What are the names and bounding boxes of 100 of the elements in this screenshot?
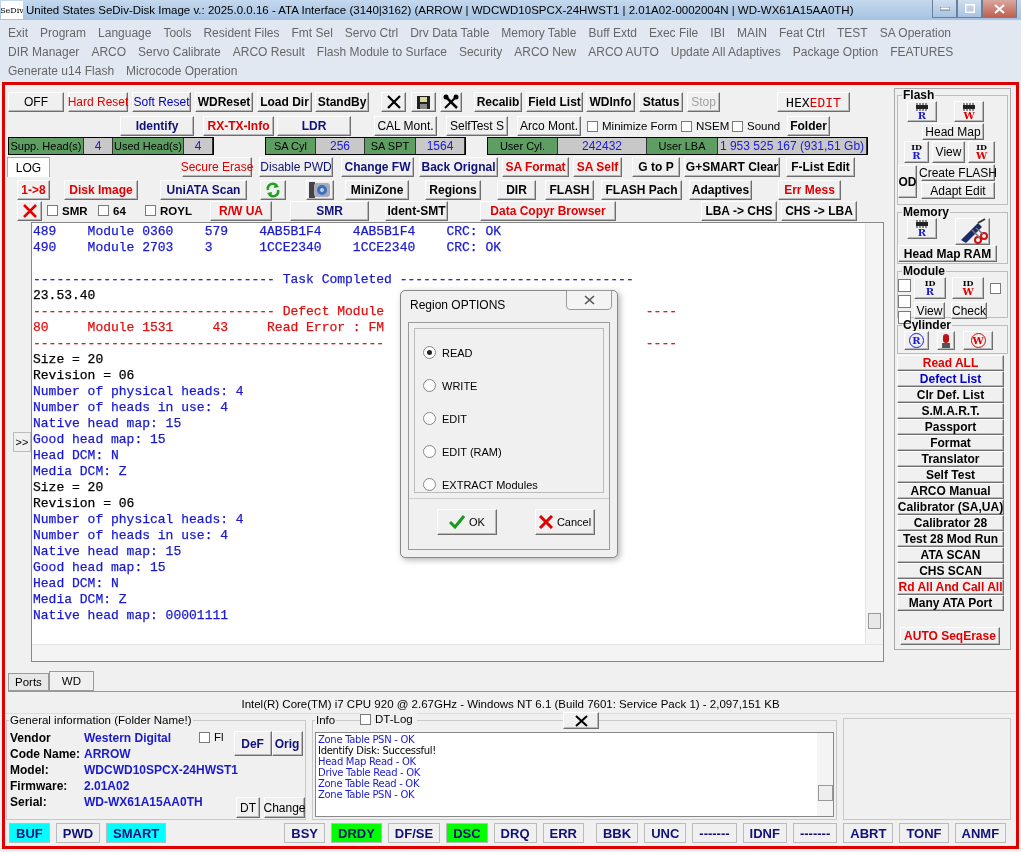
toolbar-button[interactable]: Recalib	[474, 92, 522, 112]
checkbox[interactable]	[898, 279, 911, 292]
menu-item[interactable]: MAIN	[736, 25, 767, 40]
create-flash-button[interactable]: Create FLASH	[921, 164, 995, 181]
view-button[interactable]: View	[914, 302, 945, 319]
chip-button[interactable]: R	[907, 218, 937, 239]
toolbar-button[interactable]: Back Orignal	[419, 157, 498, 177]
toolbar-button[interactable]: CHS -> LBA	[781, 200, 857, 221]
command-button[interactable]: Translator	[897, 451, 1004, 467]
menu-item[interactable]: Update All Adaptives	[670, 44, 781, 59]
expand-button[interactable]: >>	[13, 432, 31, 452]
toolbar-button[interactable]: Data Copyr Browser	[480, 200, 616, 221]
command-button[interactable]: Self Test	[897, 467, 1004, 483]
auto-seq-erase-button[interactable]: AUTO SeqErase	[900, 627, 1000, 645]
command-button[interactable]: ATA SCAN	[897, 547, 1004, 563]
command-button[interactable]: Calibrator (SA,UA)	[897, 499, 1004, 515]
tab[interactable]: WD	[48, 671, 94, 691]
toolbar-button[interactable]: SMR	[290, 200, 369, 221]
menu-item[interactable]: Tools	[163, 25, 192, 40]
toolbar-button[interactable]: Ident-SMT	[385, 200, 448, 221]
menu-item[interactable]: Drv Data Table	[410, 25, 490, 40]
radio-button[interactable]	[423, 445, 436, 458]
toolbar-button[interactable]: G+SMART Clear	[684, 157, 780, 177]
cylinder-write-button[interactable]: W	[963, 331, 993, 350]
menu-item[interactable]: Feat Ctrl	[778, 25, 825, 40]
toolbar-button[interactable]: SA Self	[573, 157, 622, 177]
dt-button[interactable]: DT	[236, 797, 260, 818]
toolbar-button[interactable]: Change FW	[341, 157, 414, 177]
menu-item[interactable]: ARCO New	[514, 44, 577, 59]
toolbar-button[interactable]: Soft Reset	[132, 92, 191, 112]
toolbar-button[interactable]: Err Mess	[778, 180, 841, 200]
checkbox[interactable]	[360, 713, 371, 725]
menu-item[interactable]: Exit	[8, 25, 28, 40]
scrollbar[interactable]	[817, 733, 833, 816]
lamp-button[interactable]	[937, 331, 955, 350]
toolbar-button[interactable]: FLASH Pach	[601, 180, 682, 200]
def-button[interactable]: DeF	[233, 731, 272, 756]
toolbar-button[interactable]: MiniZone	[345, 180, 409, 200]
toolbar-button[interactable]: Secure Erase	[182, 157, 252, 177]
adapt-edit-button[interactable]: Adapt Edit	[921, 182, 995, 199]
head-map-ram-button[interactable]: Head Map RAM	[898, 245, 997, 262]
command-button[interactable]: Test 28 Mod Run	[897, 531, 1004, 547]
menu-item[interactable]: IBI	[710, 25, 725, 40]
toolbar-button[interactable]: FLASH	[545, 180, 594, 200]
toolbar-button[interactable]: R/W UA	[210, 200, 272, 221]
change-button[interactable]: Change	[264, 797, 305, 818]
toolbar-button[interactable]: Identify	[120, 116, 194, 136]
tab[interactable]: Ports	[8, 673, 49, 691]
save-button[interactable]	[411, 92, 436, 112]
checkbox[interactable]	[199, 731, 210, 743]
menu-item[interactable]: ARCO	[91, 44, 127, 59]
menu-item[interactable]: ARCO AUTO	[588, 44, 659, 59]
menu-item[interactable]: Memory Table	[501, 25, 577, 40]
toolbar-button[interactable]: SelfTest S	[446, 116, 508, 136]
toolbar-button[interactable]: LDR	[277, 116, 351, 136]
toolbar-button[interactable]: StandBy	[315, 92, 369, 112]
command-button[interactable]: Many ATA Port	[897, 595, 1004, 611]
head-map-button[interactable]: Head Map	[922, 123, 984, 140]
toolbar-button[interactable]: SA Format	[502, 157, 569, 177]
menu-item[interactable]: Fmt Sel	[291, 25, 333, 40]
menu-item[interactable]: ARCO Result	[232, 44, 305, 59]
scrollbar[interactable]	[865, 223, 883, 645]
toolbar-button[interactable]: Disk Image	[64, 180, 138, 200]
menu-item[interactable]: Language	[98, 25, 152, 40]
toolbar-button[interactable]: WDReset	[195, 92, 253, 112]
menu-item[interactable]: TEST	[837, 25, 868, 40]
cylinder-read-button[interactable]: R	[904, 331, 929, 350]
toolbar-button[interactable]: WDInfo	[586, 92, 635, 112]
command-button[interactable]: CHS SCAN	[897, 563, 1004, 579]
toolbar-button[interactable]: Disable PWD	[259, 157, 333, 177]
toolbar-button[interactable]: RX-TX-Info	[203, 116, 274, 136]
tools-button[interactable]	[440, 92, 462, 112]
toolbar-button[interactable]: Arco Mont.	[517, 116, 581, 136]
toolbar-button[interactable]: Adaptives	[689, 180, 752, 200]
toolbar-button[interactable]: Folder	[787, 116, 830, 136]
toolbar-button[interactable]: Field List	[526, 92, 583, 112]
toolbar-button[interactable]: Regions	[425, 180, 481, 200]
radio-button[interactable]	[423, 478, 436, 491]
menu-item[interactable]: Package Option	[792, 44, 879, 59]
checkbox[interactable]	[98, 205, 109, 216]
toolbar-button[interactable]: Status	[639, 92, 683, 112]
toolbar-button[interactable]: UniATA Scan	[160, 180, 247, 200]
toolbar-button[interactable]: Hard Reset	[68, 92, 128, 112]
menu-item[interactable]: FEATURES	[890, 44, 954, 59]
menu-item[interactable]: Program	[40, 25, 87, 40]
checkbox[interactable]	[47, 205, 58, 216]
toolbar-button[interactable]: DIR	[497, 180, 536, 200]
hex-edit-button[interactable]: HEXEDIT	[777, 92, 850, 112]
menu-item[interactable]: SA Operation	[879, 25, 952, 40]
radio-button[interactable]	[423, 346, 436, 359]
scrollbar[interactable]	[32, 644, 883, 661]
checkbox[interactable]	[898, 295, 911, 308]
menu-item[interactable]: Exec File	[648, 25, 699, 40]
menu-item[interactable]: Servo Calibrate	[138, 44, 221, 59]
orig-button[interactable]: Orig	[271, 731, 303, 756]
id-button[interactable]: ID W	[968, 141, 995, 163]
checkbox[interactable]	[990, 282, 1001, 294]
view-button[interactable]: View	[932, 141, 965, 163]
od-button[interactable]: OD	[898, 165, 917, 198]
radio-button[interactable]	[423, 412, 436, 425]
